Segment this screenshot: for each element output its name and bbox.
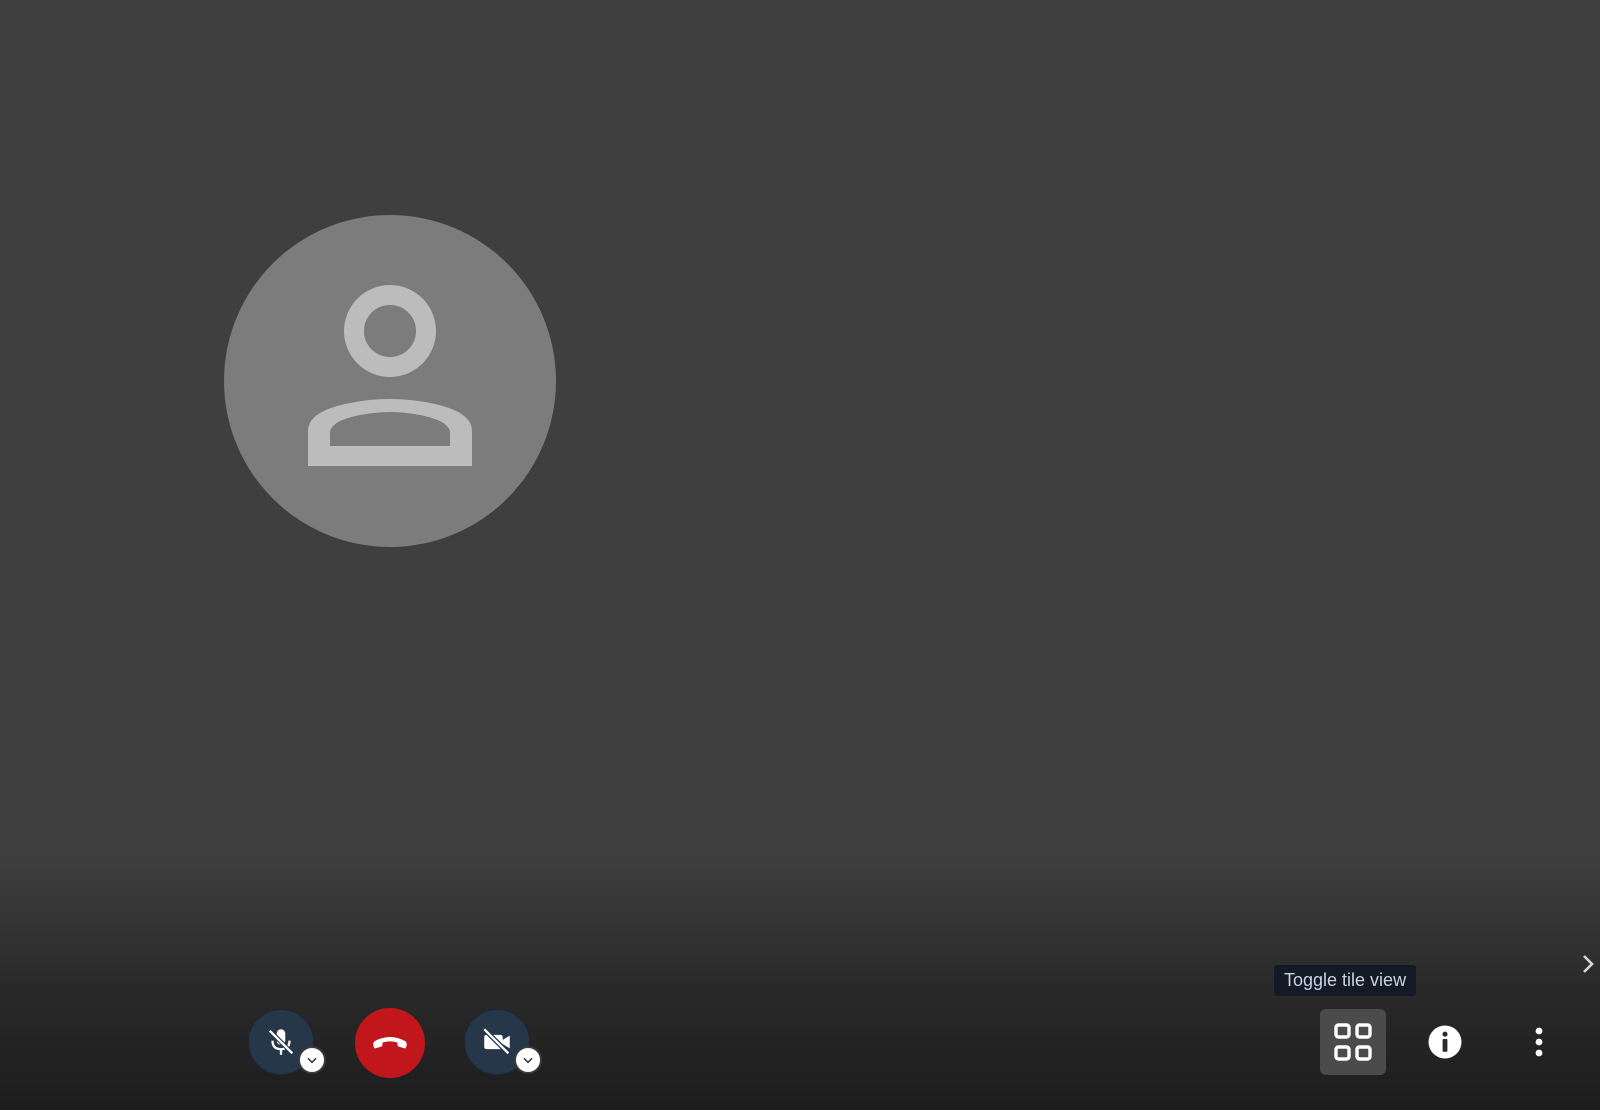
tile-view-tooltip: Toggle tile view [1274,965,1417,996]
chevron-right-icon [1583,955,1594,973]
phone-hangup-icon [373,1037,407,1049]
camera-off-icon [482,1027,511,1056]
info-icon [1428,1025,1462,1059]
microphone-options-button[interactable] [298,1046,326,1074]
microphone-muted-icon [268,1029,294,1055]
person-icon [308,285,472,466]
hang-up-button[interactable] [355,1008,425,1078]
tile-view-icon [1334,1023,1372,1061]
video-conference-stage: Toggle tile view [0,0,1600,1110]
info-button[interactable] [1412,1009,1478,1075]
more-vertical-icon [1535,1027,1543,1057]
chevron-down-icon [307,1057,317,1064]
camera-options-button[interactable] [514,1046,542,1074]
chevron-down-icon [523,1057,533,1064]
participant-avatar [224,215,556,547]
more-actions-button[interactable] [1506,1009,1572,1075]
toggle-tile-view-button[interactable] [1320,1009,1386,1075]
toggle-filmstrip-button[interactable] [1578,950,1598,978]
